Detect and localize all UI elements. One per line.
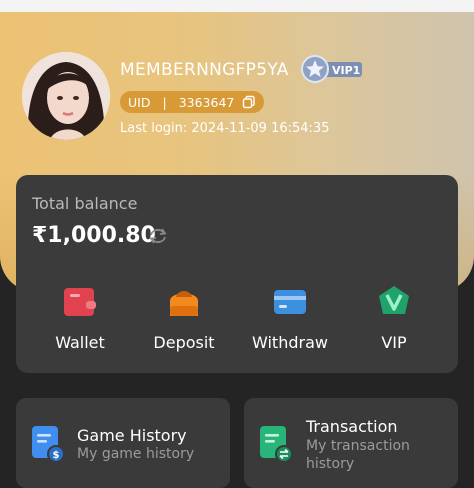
wallet-button[interactable]: Wallet bbox=[40, 285, 120, 352]
uid-pill[interactable]: UID | 3363647 bbox=[120, 91, 264, 113]
total-balance-label: Total balance bbox=[32, 194, 138, 213]
refresh-icon[interactable] bbox=[147, 226, 169, 246]
vip-label: VIP bbox=[381, 333, 407, 352]
wallet-icon bbox=[64, 288, 96, 316]
avatar-image bbox=[22, 52, 110, 140]
last-login: Last login: 2024-11-09 16:54:35 bbox=[120, 121, 330, 136]
uid-label: UID bbox=[128, 94, 151, 110]
vip-button[interactable]: VIP bbox=[354, 285, 434, 352]
game-history-subtitle: My game history bbox=[77, 446, 195, 462]
svg-text:VIP1: VIP1 bbox=[332, 64, 360, 77]
game-history-title: Game History bbox=[77, 426, 187, 445]
transaction-title: Transaction bbox=[306, 417, 398, 436]
game-history-icon: $ bbox=[32, 426, 65, 463]
vip-icon bbox=[379, 286, 409, 314]
vip-badge: VIP1 bbox=[300, 54, 366, 84]
total-balance-value: ₹1,000.80 bbox=[32, 223, 156, 248]
username: MEMBERNNGFP5YA bbox=[120, 60, 289, 80]
status-strip bbox=[0, 0, 474, 12]
transaction-icon bbox=[260, 426, 293, 463]
withdraw-label: Withdraw bbox=[252, 333, 328, 352]
wallet-label: Wallet bbox=[55, 333, 105, 352]
transaction-subtitle-line2: history bbox=[306, 456, 355, 472]
copy-icon[interactable] bbox=[242, 95, 256, 109]
vip-star-icon: VIP1 bbox=[301, 55, 362, 83]
svg-text:$: $ bbox=[53, 450, 60, 461]
deposit-label: Deposit bbox=[153, 333, 215, 352]
uid-separator: | bbox=[162, 94, 167, 110]
game-history-tile[interactable]: $ Game History My game history bbox=[16, 398, 230, 488]
transaction-subtitle-line1: My transaction bbox=[306, 438, 410, 454]
avatar[interactable] bbox=[22, 52, 110, 140]
uid-value: 3363647 bbox=[178, 94, 235, 110]
balance-card: Total balance ₹1,000.80 Wallet Deposit W… bbox=[16, 175, 458, 373]
withdraw-button[interactable]: Withdraw bbox=[250, 285, 330, 352]
deposit-icon bbox=[170, 291, 198, 316]
deposit-button[interactable]: Deposit bbox=[144, 285, 224, 352]
withdraw-icon bbox=[274, 290, 306, 314]
transaction-tile[interactable]: Transaction My transaction history bbox=[244, 398, 458, 488]
